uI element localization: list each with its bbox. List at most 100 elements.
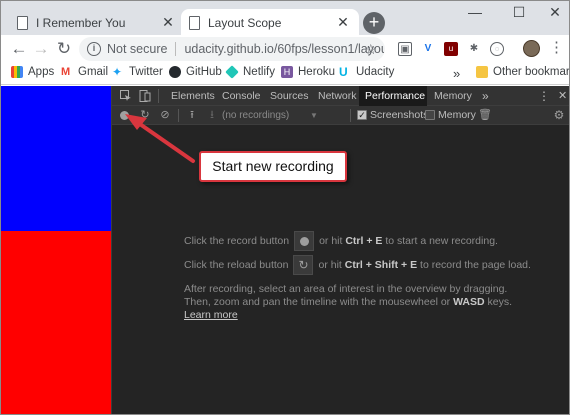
red-block [1, 231, 111, 414]
bookmark-label: Twitter [129, 66, 163, 78]
shortcut-key: Ctrl + E [345, 235, 383, 247]
bookmark-label: Gmail [78, 66, 109, 78]
forward-icon[interactable]: → [31, 39, 51, 59]
close-devtools-icon[interactable]: ✕ [552, 86, 569, 106]
minimize-icon[interactable]: — [459, 4, 491, 20]
bookmark-twitter[interactable]: ✦ Twitter [112, 66, 163, 78]
tab-network[interactable]: Network [312, 86, 363, 106]
bookmark-heroku[interactable]: H Heroku [281, 66, 335, 78]
load-profile-icon[interactable]: ⭱ [185, 109, 199, 122]
tab-i-remember-you[interactable]: I Remember You ✕ [9, 9, 184, 36]
bookmarks-overflow-button[interactable]: » [453, 66, 460, 81]
new-tab-button[interactable]: + [363, 12, 385, 34]
tab-console[interactable]: Console [216, 86, 267, 106]
security-label: Not secure [107, 42, 168, 56]
inspect-element-icon[interactable] [120, 90, 132, 102]
bookmark-udacity[interactable]: U Udacity [339, 66, 394, 78]
bookmark-label: Apps [28, 66, 55, 78]
extension-v-icon[interactable]: V [421, 42, 435, 56]
tab-memory[interactable]: Memory [428, 86, 478, 106]
bookmark-label: Udacity [356, 66, 395, 78]
avatar[interactable] [523, 40, 540, 57]
reload-icon[interactable]: ↻ [54, 39, 74, 59]
devtools-tabbar: Elements Console Sources Network Perform… [112, 86, 569, 106]
tab-sources[interactable]: Sources [264, 86, 315, 106]
heroku-icon: H [281, 66, 293, 78]
device-toolbar-icon[interactable] [139, 90, 151, 102]
address-bar[interactable]: i Not secure udacity.github.io/60fps/les… [79, 37, 385, 61]
url-text[interactable]: udacity.github.io/60fps/lesson1/layoutP.… [184, 42, 384, 56]
udacity-icon: U [339, 65, 348, 79]
shortcut-key: WASD [453, 296, 485, 308]
bookmarks-bar: Apps M Gmail ✦ Twitter GitHub Netlify H … [1, 62, 570, 85]
callout-start-new-recording: Start new recording [199, 151, 347, 182]
instruction-text: Click the record button [184, 235, 290, 247]
close-tab-icon[interactable]: ✕ [335, 14, 351, 31]
instruction-text: Then, zoom and pan the timeline with the… [184, 296, 451, 308]
tab-elements[interactable]: Elements [165, 86, 221, 106]
maximize-icon[interactable]: ☐ [503, 4, 535, 21]
trash-icon[interactable]: 🗑 [478, 109, 492, 122]
bookmark-label: Other bookmarks [493, 66, 570, 78]
instruction-text: to start a new recording. [385, 235, 498, 247]
tab-strip: I Remember You ✕ Layout Scope ✕ + — ☐ ✕ [1, 1, 569, 36]
record-instruction: Click the record button or hit Ctrl + E … [184, 231, 498, 251]
reload-instruction: Click the reload button ↻ or hit Ctrl + … [184, 255, 531, 275]
clear-icon[interactable]: ⊘ [158, 109, 172, 122]
ublock-icon[interactable]: u [444, 42, 458, 56]
tab-title: I Remember You [36, 15, 126, 30]
divider [178, 109, 179, 122]
extension-icon[interactable]: ▣ [398, 42, 412, 56]
more-tabs-button[interactable]: » [476, 86, 495, 106]
instruction-text: keys. [487, 296, 513, 308]
save-profile-icon[interactable]: ⭳ [205, 109, 219, 122]
bookmark-label: GitHub [186, 66, 222, 78]
zoom-instruction: Then, zoom and pan the timeline with the… [184, 295, 512, 309]
memory-checkbox[interactable] [425, 110, 435, 120]
info-icon[interactable]: i [87, 42, 101, 56]
gear-icon[interactable]: ⚙ [552, 109, 566, 122]
reload-record-icon[interactable]: ↻ [138, 109, 152, 122]
twitter-icon: ✦ [112, 65, 123, 79]
browser-toolbar: ← → ↻ i Not secure udacity.github.io/60f… [1, 35, 569, 62]
drag-instruction: After recording, select an area of inter… [184, 283, 508, 295]
screenshots-label: Screenshots [370, 109, 429, 121]
divider [350, 109, 351, 122]
bookmark-netlify[interactable]: Netlify [225, 65, 275, 79]
memory-label: Memory [438, 109, 476, 121]
recordings-select[interactable]: (no recordings) [222, 108, 342, 123]
extension-circle-icon[interactable]: ◌ [490, 42, 504, 56]
reload-button-inline[interactable]: ↻ [293, 255, 314, 275]
browser-window: I Remember You ✕ Layout Scope ✕ + — ☐ ✕ … [0, 0, 570, 415]
back-icon[interactable]: ← [9, 39, 29, 59]
gmail-icon: M [61, 66, 71, 78]
divider [175, 42, 177, 56]
extension-bug-icon[interactable]: ✱ [467, 42, 481, 56]
close-tab-icon[interactable]: ✕ [160, 14, 176, 31]
learn-more-link[interactable]: Learn more [184, 308, 238, 322]
blue-block [1, 86, 111, 231]
divider [158, 89, 159, 103]
record-button-inline[interactable] [294, 231, 315, 251]
shortcut-key: Ctrl + Shift + E [344, 259, 418, 271]
bookmark-apps[interactable]: Apps [11, 66, 54, 78]
bookmark-other[interactable]: Other bookmarks [476, 66, 570, 78]
bookmark-gmail[interactable]: M Gmail [61, 66, 108, 78]
bookmark-github[interactable]: GitHub [169, 66, 222, 78]
star-icon[interactable]: ☆ [364, 41, 377, 58]
instruction-text: to record the page load. [420, 259, 531, 271]
bookmark-label: Netlify [243, 66, 275, 78]
tab-layout-scope[interactable]: Layout Scope ✕ [181, 9, 359, 36]
chevron-down-icon: ▼ [310, 111, 318, 120]
screenshots-checkbox[interactable]: ✓ [357, 110, 367, 120]
menu-icon[interactable]: ⋮ [549, 40, 564, 56]
github-icon [169, 66, 181, 78]
instruction-text: or hit [318, 259, 342, 271]
netlify-icon [225, 65, 239, 79]
tab-performance[interactable]: Performance [359, 86, 427, 106]
record-button[interactable] [120, 111, 129, 120]
instruction-text: Click the reload button [184, 259, 289, 271]
folder-icon [476, 66, 488, 78]
close-window-icon[interactable]: ✕ [539, 4, 569, 21]
tab-title: Layout Scope [208, 15, 282, 30]
